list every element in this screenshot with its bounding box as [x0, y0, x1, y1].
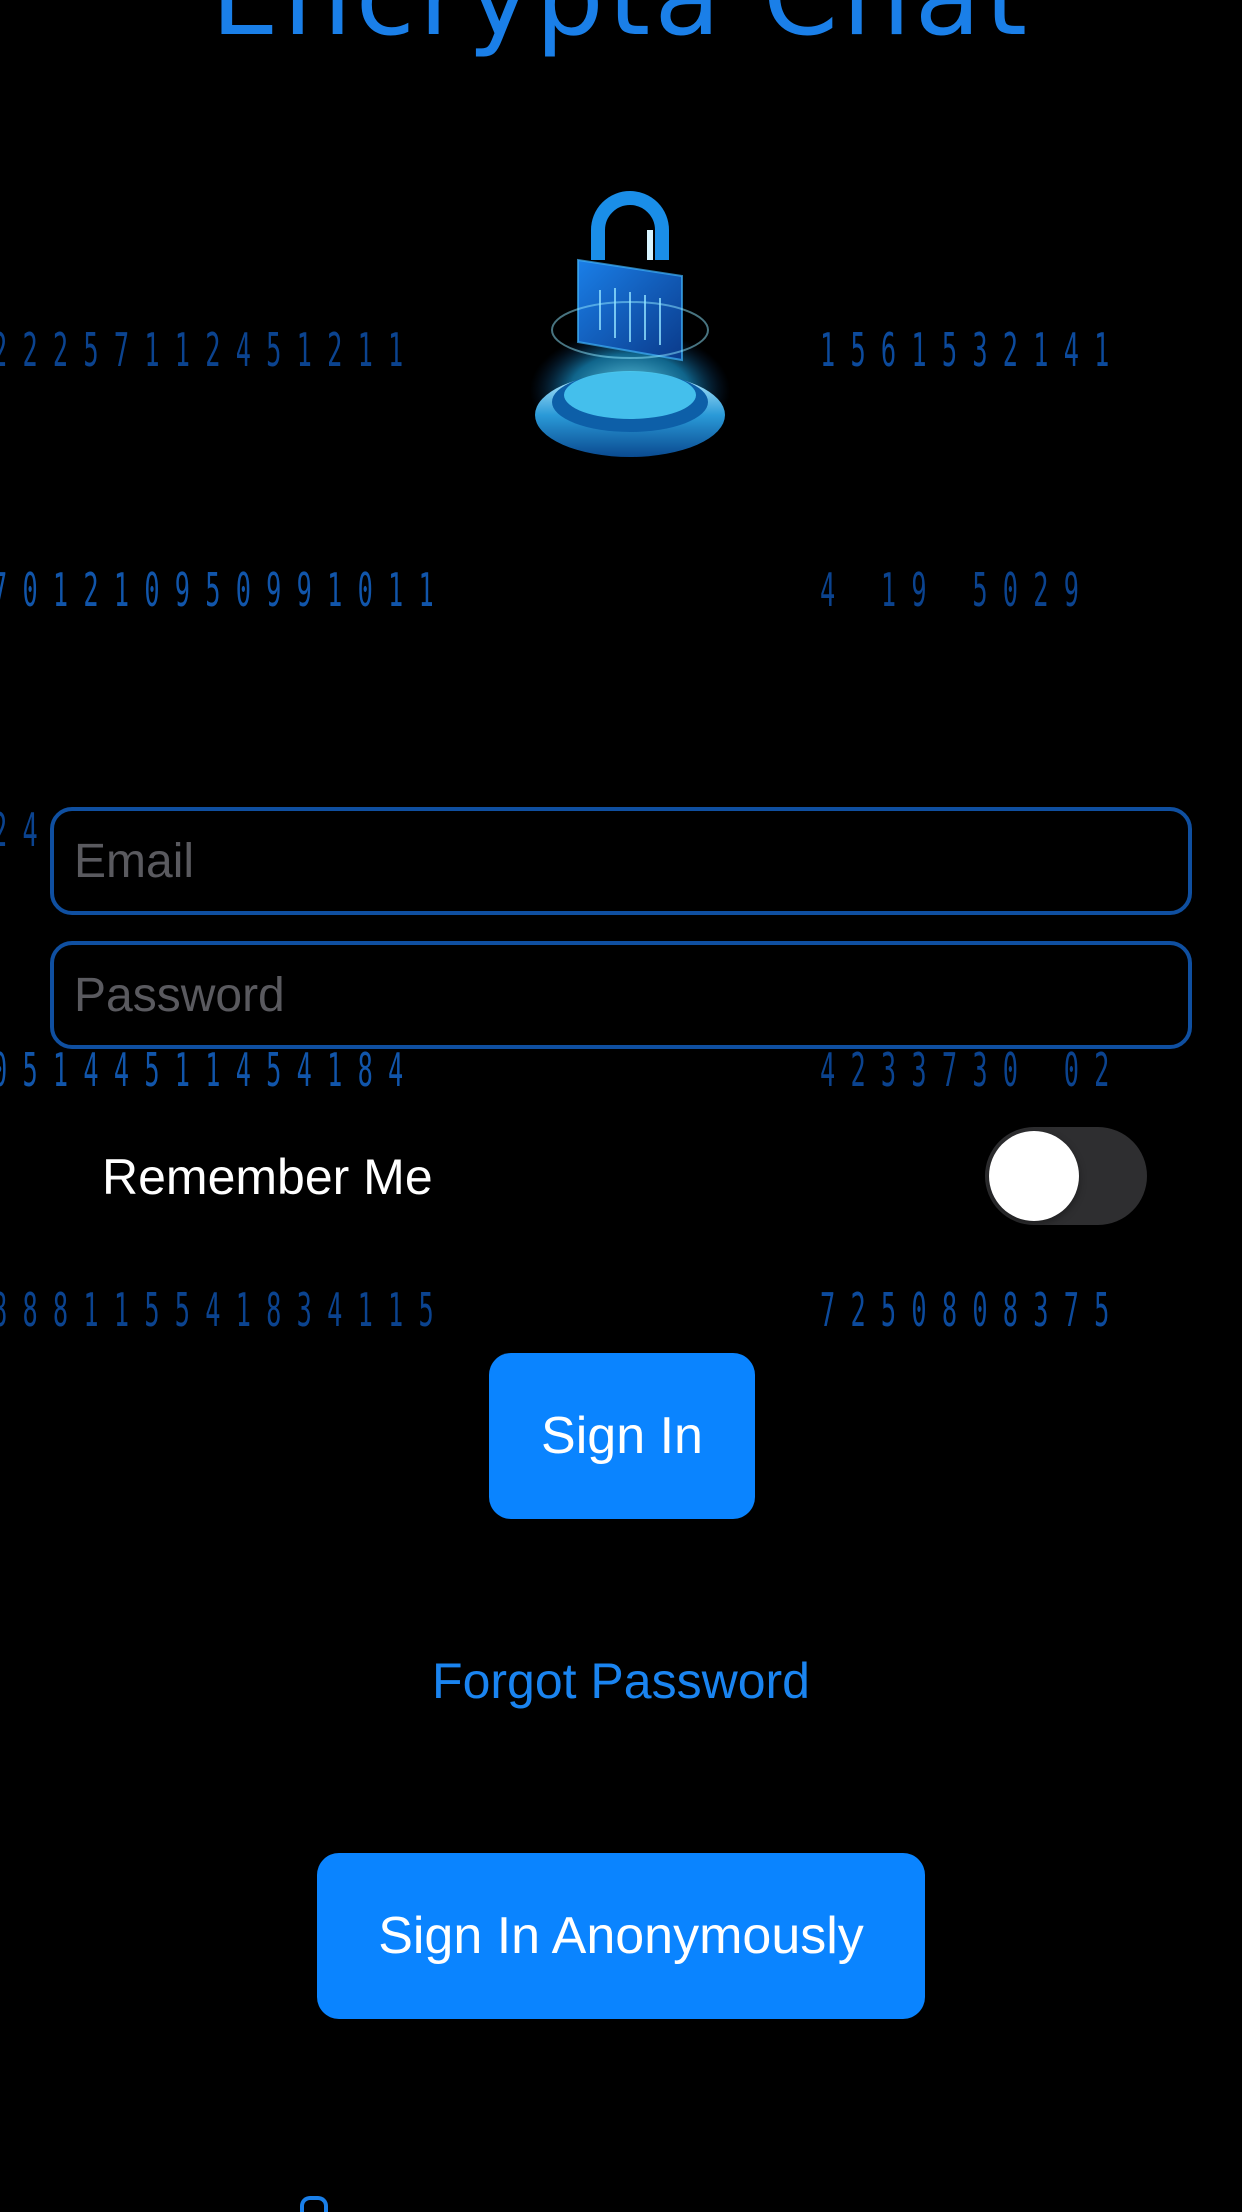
padlock-icon: [520, 180, 740, 480]
remember-me-label: Remember Me: [102, 1149, 433, 1205]
matrix-decoration-right: 1 5 6 1 5 3 2 1 4 1 4 1 9 5 0 2 9 1 1 8 …: [820, 150, 1109, 1430]
matrix-decoration-left: 2 2 2 5 7 1 1 2 4 5 1 2 1 1 7 0 1 2 1 0 …: [0, 150, 434, 1430]
matrix-row: 2 2 2 5 7 1 1 2 4 5 1 2 1 1: [0, 323, 404, 377]
toggle-knob: [989, 1131, 1079, 1221]
email-input[interactable]: [54, 811, 1188, 911]
matrix-row: 8 8 8 1 1 5 5 4 1 8 3 4 1 1 5: [0, 1283, 434, 1337]
forgot-password-link[interactable]: Forgot Password: [0, 1652, 1242, 1710]
sign-in-anonymously-button[interactable]: Sign In Anonymously: [317, 1853, 925, 2019]
sign-in-button[interactable]: Sign In: [489, 1353, 755, 1519]
matrix-row: 1 5 6 1 5 3 2 1 4 1: [820, 323, 1110, 377]
matrix-row: 7 0 1 2 1 0 9 5 0 9 9 1 0 1 1: [0, 563, 434, 617]
email-field[interactable]: [50, 807, 1192, 915]
password-input[interactable]: [54, 945, 1188, 1045]
matrix-row: 4 1 9 5 0 2 9: [820, 563, 1079, 617]
bottom-link-partial: [300, 2196, 328, 2212]
remember-me-toggle[interactable]: [985, 1127, 1147, 1225]
password-field[interactable]: [50, 941, 1192, 1049]
matrix-row: 7 2 5 0 8 0 8 3 7 5: [820, 1283, 1110, 1337]
app-title: Encrypta Chat: [0, 0, 1242, 52]
